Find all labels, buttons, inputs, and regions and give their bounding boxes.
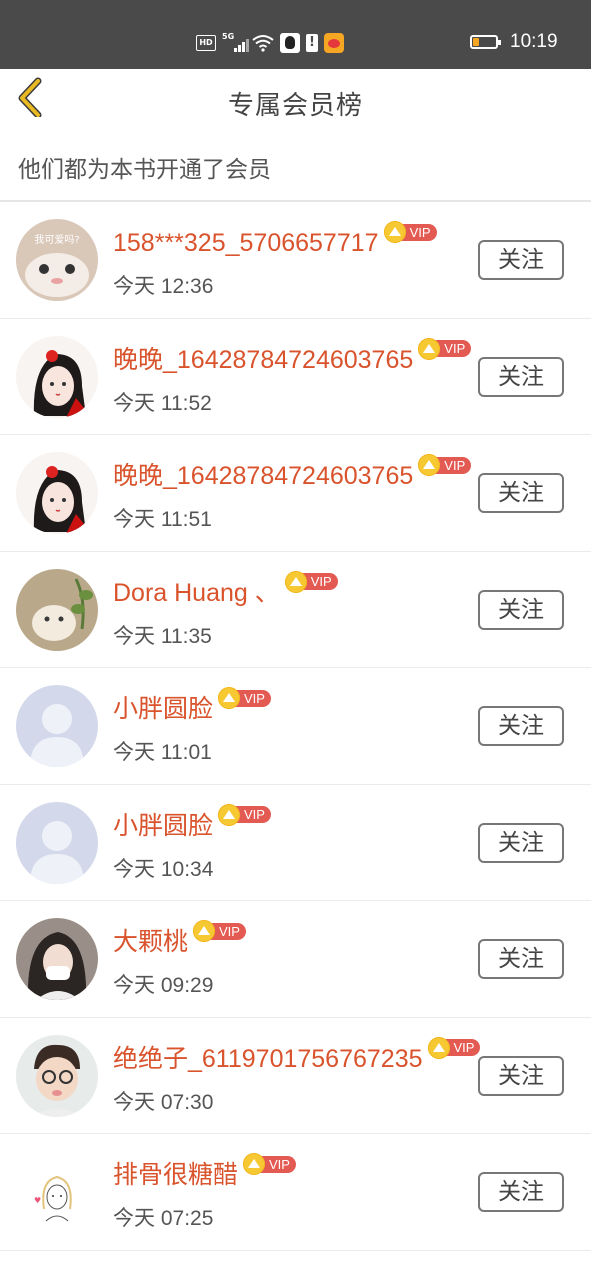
vip-badge: VIP xyxy=(427,1036,481,1060)
weibo-icon xyxy=(324,33,344,53)
avatar[interactable] xyxy=(16,1034,98,1117)
crown-icon xyxy=(218,687,241,709)
member-row[interactable]: ♥ 排骨很糖醋 VIP 今天 07:25 关注 xyxy=(0,1134,591,1251)
member-row[interactable]: 我可爱吗? 158***325_5706657717 VIP 今天 12:36 关注 xyxy=(0,202,591,319)
status-icons: HD 5G xyxy=(196,32,344,54)
member-row[interactable]: Dora Huang 、 VIP 今天 11:35 关注 xyxy=(0,552,591,668)
crown-icon xyxy=(418,337,441,360)
vip-badge: VIP xyxy=(243,1152,296,1176)
avatar[interactable] xyxy=(16,801,98,884)
vip-badge: VIP xyxy=(418,453,472,477)
member-name[interactable]: 小胖圆脸 xyxy=(113,692,213,726)
member-name-line: 小胖圆脸 VIP xyxy=(113,803,271,843)
follow-button[interactable]: 关注 xyxy=(478,589,564,630)
vip-badge: VIP xyxy=(418,337,472,361)
member-name-line: 排骨很糖醋 VIP xyxy=(113,1153,296,1192)
wifi-icon xyxy=(252,34,274,52)
signal-icon: 5G xyxy=(222,32,249,52)
follow-button[interactable]: 关注 xyxy=(478,1055,564,1096)
member-name-line: 晚晚_16428784724603765 VIP xyxy=(113,337,472,377)
follow-button[interactable]: 关注 xyxy=(478,473,564,513)
follow-button[interactable]: 关注 xyxy=(478,356,564,397)
member-row[interactable]: 小胖圆脸 VIP 今天 10:34 关注 xyxy=(0,785,591,901)
vip-badge: VIP xyxy=(218,686,271,710)
crown-icon xyxy=(193,920,216,942)
member-name[interactable]: 排骨很糖醋 xyxy=(113,1158,238,1192)
member-name[interactable]: 绝绝子_6119701756767235 xyxy=(113,1042,423,1076)
member-list: 我可爱吗? 158***325_5706657717 VIP 今天 12:36 关注 晚晚… xyxy=(0,202,591,1251)
avatar[interactable] xyxy=(16,335,98,418)
crown-icon xyxy=(243,1153,266,1175)
member-name[interactable]: 小胖圆脸 xyxy=(113,809,213,843)
crown-icon xyxy=(427,1036,450,1059)
avatar[interactable] xyxy=(16,685,98,767)
member-row[interactable]: 晚晚_16428784724603765 VIP 今天 11:51 关注 xyxy=(0,435,591,552)
member-name-line: 小胖圆脸 VIP xyxy=(113,687,271,726)
follow-button[interactable]: 关注 xyxy=(478,939,564,979)
follow-button[interactable]: 关注 xyxy=(478,1172,564,1212)
follow-button[interactable]: 关注 xyxy=(478,706,564,746)
member-name[interactable]: 大颗桃 xyxy=(113,925,188,959)
battery-icon xyxy=(470,35,501,49)
member-row[interactable]: 绝绝子_6119701756767235 VIP 今天 07:30 关注 xyxy=(0,1018,591,1134)
member-time: 今天 11:01 xyxy=(113,741,212,764)
qq-icon xyxy=(280,33,300,53)
crown-icon xyxy=(218,803,241,826)
crown-icon xyxy=(284,570,307,593)
avatar[interactable] xyxy=(16,568,98,651)
member-name-line: Dora Huang 、 VIP xyxy=(113,570,338,610)
status-bar: HD 5G 10:19 xyxy=(0,0,591,69)
member-name[interactable]: 158***325_5706657717 xyxy=(113,226,379,260)
vip-badge: VIP xyxy=(383,220,437,244)
member-name[interactable]: 晚晚_16428784724603765 xyxy=(113,343,413,377)
avatar[interactable]: ♥ xyxy=(16,1151,98,1233)
member-row[interactable]: 大颗桃 VIP 今天 09:29 关注 xyxy=(0,901,591,1018)
member-time: 今天 11:51 xyxy=(113,508,212,531)
svg-text:♥: ♥ xyxy=(34,1196,41,1205)
member-name-line: 绝绝子_6119701756767235 VIP xyxy=(113,1036,481,1076)
member-time: 今天 07:30 xyxy=(113,1090,214,1114)
member-time: 今天 11:52 xyxy=(113,391,212,415)
title-bar: 专属会员榜 xyxy=(0,69,591,137)
member-row[interactable]: 小胖圆脸 VIP 今天 11:01 关注 xyxy=(0,668,591,785)
crown-icon xyxy=(383,221,406,243)
member-time: 今天 10:34 xyxy=(113,857,214,881)
avatar[interactable] xyxy=(16,452,98,534)
member-name-line: 158***325_5706657717 VIP xyxy=(113,221,437,260)
vip-badge: VIP xyxy=(284,570,338,594)
member-name[interactable]: Dora Huang 、 xyxy=(113,576,280,610)
member-name-line: 大颗桃 VIP xyxy=(113,920,246,959)
member-time: 今天 09:29 xyxy=(113,974,214,997)
list-subtitle: 他们都为本书开通了会员 xyxy=(18,157,271,183)
member-time: 今天 11:35 xyxy=(113,624,212,648)
follow-button[interactable]: 关注 xyxy=(478,240,564,280)
member-name-line: 晚晚_16428784724603765 VIP xyxy=(113,454,472,493)
page-title: 专属会员榜 xyxy=(227,91,363,121)
alert-icon xyxy=(306,34,318,52)
member-time: 今天 07:25 xyxy=(113,1207,214,1230)
member-row[interactable]: 晚晚_16428784724603765 VIP 今天 11:52 关注 xyxy=(0,319,591,435)
member-name[interactable]: 晚晚_16428784724603765 xyxy=(113,459,413,493)
follow-button[interactable]: 关注 xyxy=(478,822,564,863)
status-time: 10:19 xyxy=(510,31,558,52)
avatar[interactable]: 我可爱吗? xyxy=(16,219,98,301)
vip-badge: VIP xyxy=(218,803,271,827)
avatar[interactable] xyxy=(16,918,98,1000)
member-time: 今天 12:36 xyxy=(113,275,214,298)
hd-icon: HD xyxy=(196,35,216,51)
svg-text:我可爱吗?: 我可爱吗? xyxy=(34,233,79,246)
vip-badge: VIP xyxy=(193,919,246,943)
